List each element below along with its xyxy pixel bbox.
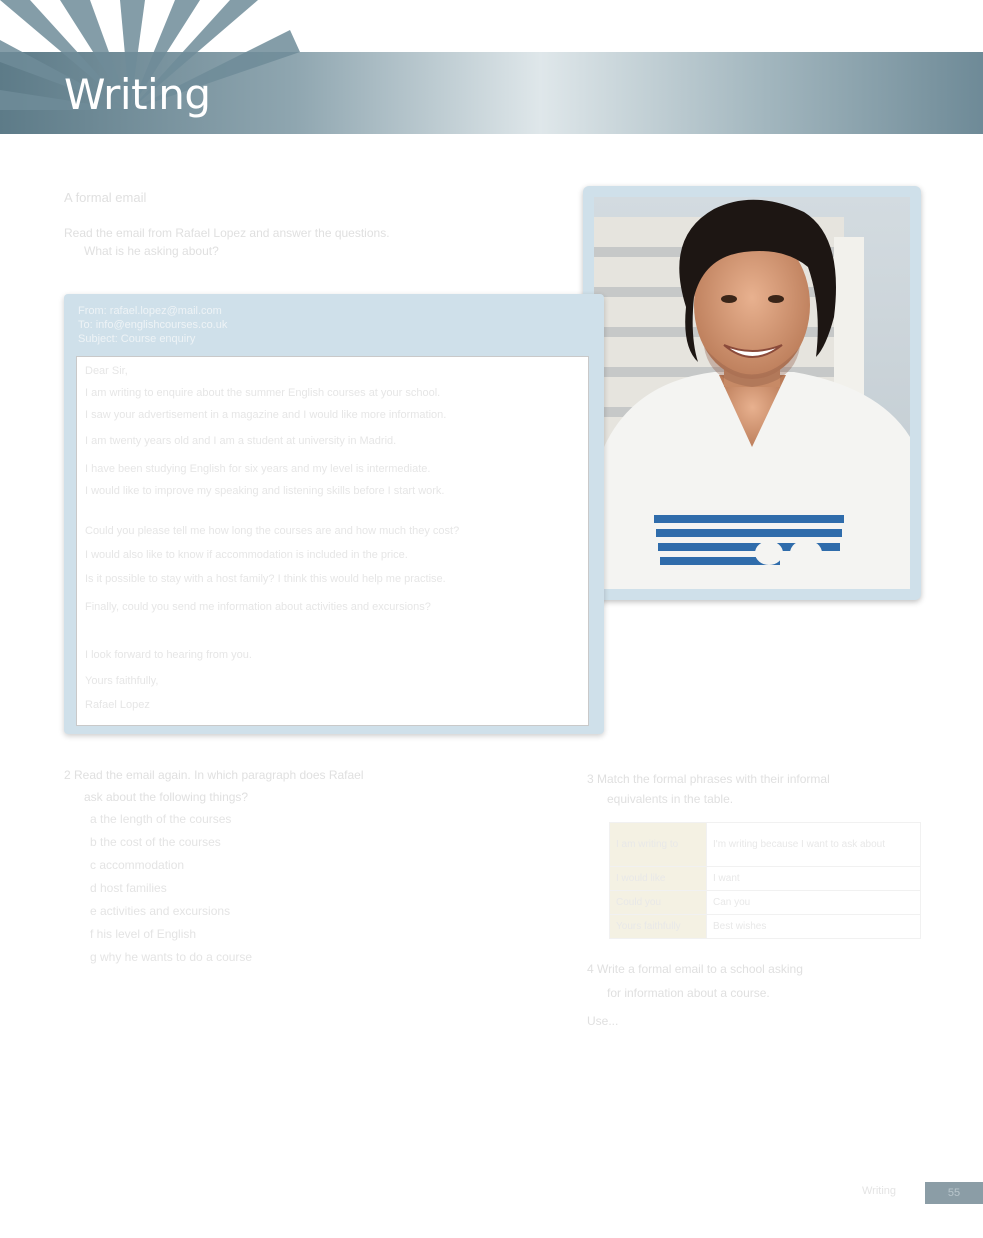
question-3-line-2: equivalents in the table.	[607, 792, 734, 806]
table-cell-value: I'm writing because I want to ask about	[706, 822, 921, 867]
table-cell-key: Yours faithfully	[609, 914, 707, 939]
list-item: g why he wants to do a course	[90, 950, 253, 964]
table-cell-key: I am writing to	[609, 822, 707, 867]
email-panel: From: rafael.lopez@mail.com To: info@eng…	[64, 294, 604, 734]
table-cell-key: Could you	[609, 890, 707, 915]
table-cell-value: Best wishes	[706, 914, 921, 939]
email-line: I look forward to hearing from you.	[85, 649, 252, 661]
photo-frame	[583, 186, 921, 600]
table-row: Could you Can you	[609, 890, 921, 915]
instruction-line-1: Read the email from Rafael Lopez and ans…	[64, 226, 390, 240]
list-item: f his level of English	[90, 927, 197, 941]
list-item: b the cost of the courses	[90, 835, 221, 849]
email-body: Dear Sir, I am writing to enquire about …	[76, 356, 589, 726]
email-subject: Subject: Course enquiry	[78, 333, 196, 345]
question-3-line-1: 3 Match the formal phrases with their in…	[587, 772, 830, 786]
question-4-line-1: 4 Write a formal email to a school askin…	[587, 962, 803, 976]
page-number: 55	[947, 1187, 961, 1199]
list-item: d host families	[90, 881, 167, 895]
list-item: c accommodation	[90, 858, 185, 872]
table-cell-key: I would like	[609, 866, 707, 891]
email-greeting: Dear Sir,	[85, 365, 128, 377]
email-signature: Rafael Lopez	[85, 699, 150, 711]
email-header: From: rafael.lopez@mail.com To: info@eng…	[78, 304, 578, 346]
email-line: I would also like to know if accommodati…	[85, 549, 408, 561]
email-line: Is it possible to stay with a host famil…	[85, 573, 446, 585]
email-line: I would like to improve my speaking and …	[85, 485, 445, 497]
table-row: I would like I want	[609, 866, 921, 891]
question-4-extra: Use...	[587, 1014, 619, 1028]
footer-label: Writing	[862, 1185, 897, 1197]
question-2-line-1: 2 Read the email again. In which paragra…	[64, 768, 364, 782]
page-title: Writing	[64, 70, 211, 119]
question-4-line-2: for information about a course.	[607, 986, 770, 1000]
list-item: a the length of the courses	[90, 812, 232, 826]
email-line: I am writing to enquire about the summer…	[85, 387, 441, 399]
email-line: I am twenty years old and I am a student…	[85, 435, 397, 447]
email-line: I saw your advertisement in a magazine a…	[85, 409, 447, 421]
table-row: I am writing to I'm writing because I wa…	[609, 822, 921, 867]
email-line: Could you please tell me how long the co…	[85, 525, 460, 537]
portrait-photo	[594, 197, 910, 589]
header-banner: Writing	[0, 0, 983, 136]
list-item: e activities and excursions	[90, 904, 231, 918]
phrase-table: I am writing to I'm writing because I wa…	[609, 822, 921, 939]
question-2-line-2: ask about the following things?	[84, 790, 249, 804]
email-to: To: info@englishcourses.co.uk	[78, 319, 228, 331]
table-cell-value: I want	[706, 866, 921, 891]
section-heading: A formal email	[64, 190, 147, 205]
email-line: I have been studying English for six yea…	[85, 463, 431, 475]
table-row: Yours faithfully Best wishes	[609, 914, 921, 939]
question-2-list: a the length of the courses b the cost o…	[90, 812, 252, 973]
email-signoff: Yours faithfully,	[85, 675, 159, 687]
instruction-line-2: What is he asking about?	[84, 244, 219, 258]
email-line: Finally, could you send me information a…	[85, 601, 431, 613]
table-cell-value: Can you	[706, 890, 921, 915]
email-from: From: rafael.lopez@mail.com	[78, 305, 222, 317]
page-number-tab: 55	[925, 1182, 983, 1204]
